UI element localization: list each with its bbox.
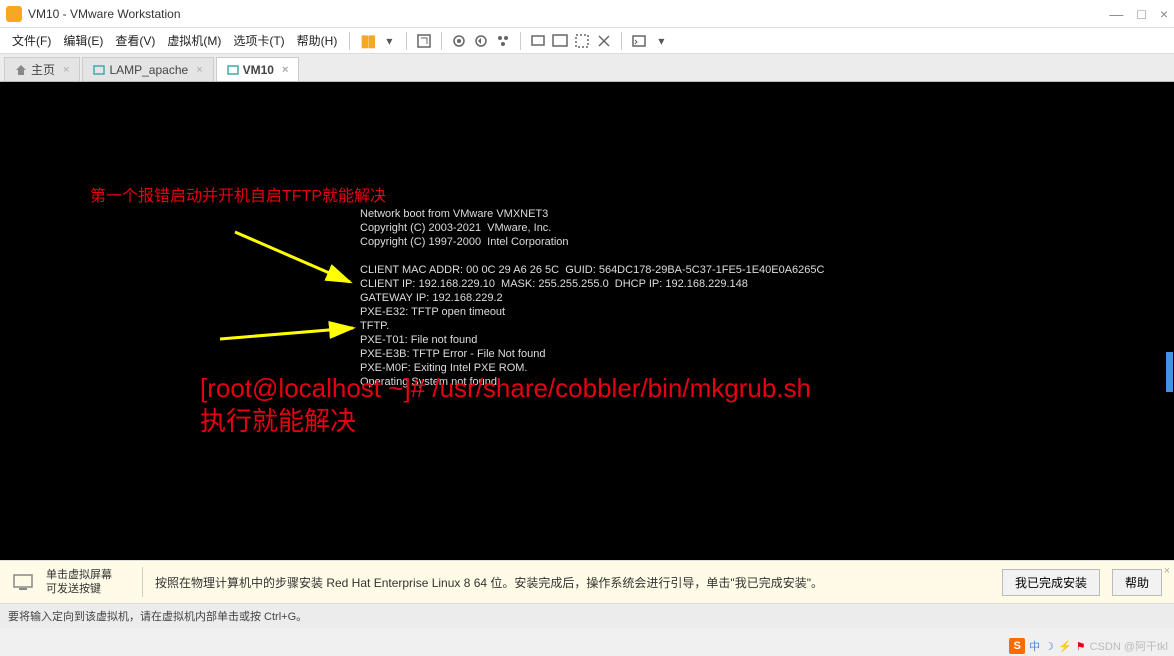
close-button[interactable]: ×: [1160, 6, 1168, 22]
moon-icon[interactable]: ☽: [1044, 640, 1054, 653]
separator: [520, 32, 521, 50]
vm-icon: [93, 64, 105, 76]
snapshot-revert-icon[interactable]: [472, 32, 490, 50]
help-button[interactable]: 帮助: [1112, 569, 1162, 596]
unity-icon[interactable]: [573, 32, 591, 50]
console-icon[interactable]: [630, 32, 648, 50]
tab-label: VM10: [243, 63, 274, 77]
stretch-icon[interactable]: [595, 32, 613, 50]
close-tab-icon[interactable]: ×: [196, 64, 202, 76]
lightning-icon[interactable]: ⚡: [1058, 640, 1072, 653]
annotation-command: [root@localhost ~]# /usr/share/cobbler/b…: [200, 372, 811, 437]
status-bar: 要将输入定向到该虚拟机，请在虚拟机内部单击或按 Ctrl+G。: [0, 604, 1174, 628]
title-bar: VM10 - VMware Workstation — □ ×: [0, 0, 1174, 28]
arrow-icon: [215, 304, 360, 344]
separator: [349, 32, 350, 50]
menu-help[interactable]: 帮助(H): [293, 30, 342, 51]
pause-icon[interactable]: ▮▮: [358, 32, 376, 50]
separator: [441, 32, 442, 50]
close-tab-icon[interactable]: ×: [282, 64, 288, 76]
menu-tabs[interactable]: 选项卡(T): [229, 30, 288, 51]
install-info-bar: 单击虚拟屏幕 可发送按键 按照在物理计算机中的步骤安装 Red Hat Ente…: [0, 560, 1174, 604]
home-icon: [15, 64, 27, 76]
system-tray: S 中 ☽ ⚡ ⚑ CSDN @阿干tkl: [1009, 638, 1168, 654]
tab-bar: 主页 × LAMP_apache × VM10 ×: [0, 54, 1174, 82]
watermark-text: CSDN @阿干tkl: [1090, 638, 1168, 654]
maximize-button[interactable]: □: [1137, 6, 1145, 22]
vm-console[interactable]: 第一个报错启动并开机自启TFTP就能解决 Network boot from V…: [0, 82, 1174, 560]
fit-guest-icon[interactable]: [529, 32, 547, 50]
info-hint: 单击虚拟屏幕 可发送按键: [46, 568, 130, 597]
tab-vm10[interactable]: VM10 ×: [216, 57, 300, 81]
dropdown-icon[interactable]: ▾: [380, 32, 398, 50]
minimize-button[interactable]: —: [1109, 6, 1123, 22]
fullscreen-icon[interactable]: [551, 32, 569, 50]
dropdown-icon[interactable]: ▾: [652, 32, 670, 50]
boot-output: Network boot from VMware VMXNET3 Copyrig…: [360, 208, 824, 390]
tab-label: LAMP_apache: [109, 63, 188, 77]
send-ctrl-alt-del-icon[interactable]: [415, 32, 433, 50]
tab-label: 主页: [31, 61, 55, 78]
info-message: 按照在物理计算机中的步骤安装 Red Hat Enterprise Linux …: [155, 574, 990, 591]
menu-vm[interactable]: 虚拟机(M): [163, 30, 225, 51]
install-done-button[interactable]: 我已完成安装: [1002, 569, 1100, 596]
snapshot-icon[interactable]: [450, 32, 468, 50]
tab-lamp-apache[interactable]: LAMP_apache ×: [82, 57, 213, 81]
annotation-text: 第一个报错启动并开机自启TFTP就能解决: [90, 182, 386, 206]
menu-view[interactable]: 查看(V): [111, 30, 159, 51]
scrollbar-thumb[interactable]: [1166, 352, 1173, 392]
tab-home[interactable]: 主页 ×: [4, 57, 80, 81]
close-infobar-icon[interactable]: ×: [1164, 565, 1170, 577]
separator: [406, 32, 407, 50]
separator: [142, 567, 143, 597]
close-tab-icon[interactable]: ×: [63, 64, 69, 76]
arrow-icon: [230, 227, 360, 297]
menu-file[interactable]: 文件(F): [8, 30, 55, 51]
vm-icon: [227, 64, 239, 76]
separator: [621, 32, 622, 50]
snapshot-manager-icon[interactable]: [494, 32, 512, 50]
status-text: 要将输入定向到该虚拟机，请在虚拟机内部单击或按 Ctrl+G。: [8, 608, 307, 624]
tray-app-icon[interactable]: S: [1009, 638, 1025, 654]
install-icon: [12, 571, 34, 593]
menu-edit[interactable]: 编辑(E): [59, 30, 107, 51]
window-title: VM10 - VMware Workstation: [28, 7, 1109, 21]
flag-icon[interactable]: ⚑: [1076, 640, 1086, 653]
menu-bar: 文件(F) 编辑(E) 查看(V) 虚拟机(M) 选项卡(T) 帮助(H) ▮▮…: [0, 28, 1174, 54]
ime-indicator[interactable]: 中: [1029, 638, 1040, 654]
app-logo-icon: [6, 6, 22, 22]
